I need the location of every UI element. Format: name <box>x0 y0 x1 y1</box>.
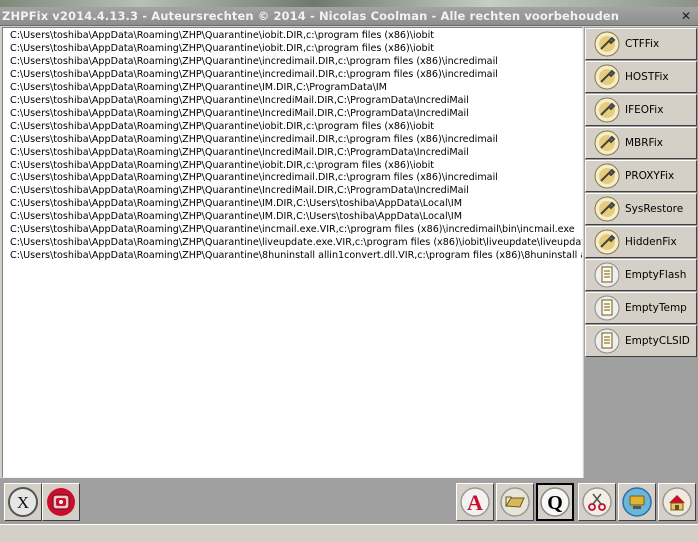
wrench-icon <box>594 31 620 57</box>
quarantine-log-panel[interactable]: C:\Users\toshiba\AppData\Roaming\ZHP\Qua… <box>2 27 583 478</box>
window-title: ZHPFix v2014.4.13.3 - Auteursrechten © 2… <box>2 9 620 23</box>
quarantine-button[interactable] <box>42 483 80 521</box>
log-line[interactable]: C:\Users\toshiba\AppData\Roaming\ZHP\Qua… <box>10 121 582 134</box>
log-line[interactable]: C:\Users\toshiba\AppData\Roaming\ZHP\Qua… <box>10 82 582 95</box>
window-close-button[interactable]: ✕ <box>678 9 694 24</box>
sidebar-button-emptyflash[interactable]: EmptyFlash <box>585 259 697 291</box>
x-circle-icon: X <box>8 487 38 517</box>
log-line[interactable]: C:\Users\toshiba\AppData\Roaming\ZHP\Qua… <box>10 237 582 250</box>
sidebar-button-emptytemp[interactable]: EmptyTemp <box>585 292 697 324</box>
about-a-icon: A <box>460 487 490 517</box>
network-icon <box>622 487 652 517</box>
log-line[interactable]: C:\Users\toshiba\AppData\Roaming\ZHP\Qua… <box>10 95 582 108</box>
log-line[interactable]: C:\Users\toshiba\AppData\Roaming\ZHP\Qua… <box>10 185 582 198</box>
svg-text:X: X <box>17 493 29 512</box>
fix-tools-sidebar: CTFFix HOSTFix IFEOFix MBRFix PROXYFix SysRes… <box>584 27 698 478</box>
log-list: C:\Users\toshiba\AppData\Roaming\ZHP\Qua… <box>3 28 582 263</box>
log-line[interactable]: C:\Users\toshiba\AppData\Roaming\ZHP\Qua… <box>10 134 582 147</box>
wrench-icon <box>594 196 620 222</box>
log-line[interactable]: C:\Users\toshiba\AppData\Roaming\ZHP\Qua… <box>10 147 582 160</box>
log-line[interactable]: C:\Users\toshiba\AppData\Roaming\ZHP\Qua… <box>10 56 582 69</box>
title-bar[interactable]: ZHPFix v2014.4.13.3 - Auteursrechten © 2… <box>0 7 698 26</box>
sidebar-button-label: EmptyTemp <box>625 302 687 314</box>
quit-button[interactable]: Q <box>536 483 574 521</box>
status-bar <box>0 524 698 542</box>
log-line[interactable]: C:\Users\toshiba\AppData\Roaming\ZHP\Qua… <box>10 224 582 237</box>
document-icon <box>594 295 620 321</box>
document-icon <box>594 262 620 288</box>
log-line[interactable]: C:\Users\toshiba\AppData\Roaming\ZHP\Qua… <box>10 160 582 173</box>
sidebar-button-ctffix[interactable]: CTFFix <box>585 28 697 60</box>
wrench-icon <box>594 130 620 156</box>
log-line[interactable]: C:\Users\toshiba\AppData\Roaming\ZHP\Qua… <box>10 69 582 82</box>
sidebar-button-proxyfix[interactable]: PROXYFix <box>585 160 697 192</box>
sidebar-button-label: SysRestore <box>625 203 684 215</box>
quarantine-icon <box>47 488 75 516</box>
sidebar-button-label: MBRFix <box>625 137 663 149</box>
home-button[interactable] <box>658 483 696 521</box>
log-line[interactable]: C:\Users\toshiba\AppData\Roaming\ZHP\Qua… <box>10 108 582 121</box>
sidebar-button-mbrfix[interactable]: MBRFix <box>585 127 697 159</box>
document-icon <box>594 328 620 354</box>
wrench-icon <box>594 163 620 189</box>
svg-text:A: A <box>467 490 483 515</box>
sidebar-button-hostfix[interactable]: HOSTFix <box>585 61 697 93</box>
top-decor-strip <box>0 0 698 7</box>
wrench-icon <box>594 64 620 90</box>
folder-open-icon <box>500 487 530 517</box>
sidebar-button-label: PROXYFix <box>625 170 675 182</box>
wrench-icon <box>594 229 620 255</box>
sidebar-button-label: HOSTFix <box>625 71 669 83</box>
quit-q-icon: Q <box>540 487 570 517</box>
sidebar-button-label: CTFFix <box>625 38 660 50</box>
scissors-icon <box>582 487 612 517</box>
sidebar-button-sysrestore[interactable]: SysRestore <box>585 193 697 225</box>
sidebar-button-hiddenfix[interactable]: HiddenFix <box>585 226 697 258</box>
log-line[interactable]: C:\Users\toshiba\AppData\Roaming\ZHP\Qua… <box>10 211 582 224</box>
log-line[interactable]: C:\Users\toshiba\AppData\Roaming\ZHP\Qua… <box>10 250 582 263</box>
sidebar-button-label: HiddenFix <box>625 236 677 248</box>
log-line[interactable]: C:\Users\toshiba\AppData\Roaming\ZHP\Qua… <box>10 43 582 56</box>
network-button[interactable] <box>618 483 656 521</box>
sidebar-button-label: EmptyCLSID <box>625 335 690 347</box>
house-icon <box>662 487 692 517</box>
log-line[interactable]: C:\Users\toshiba\AppData\Roaming\ZHP\Qua… <box>10 30 582 43</box>
sidebar-button-emptyclsid[interactable]: EmptyCLSID <box>585 325 697 357</box>
about-button[interactable]: A <box>456 483 494 521</box>
sidebar-button-ifeofix[interactable]: IFEOFix <box>585 94 697 126</box>
bottom-toolbar: X A Q <box>0 478 698 524</box>
open-log-button[interactable] <box>496 483 534 521</box>
close-x-button[interactable]: X <box>4 483 42 521</box>
sidebar-button-label: EmptyFlash <box>625 269 687 281</box>
log-line[interactable]: C:\Users\toshiba\AppData\Roaming\ZHP\Qua… <box>10 198 582 211</box>
scissors-button[interactable] <box>578 483 616 521</box>
log-line[interactable]: C:\Users\toshiba\AppData\Roaming\ZHP\Qua… <box>10 172 582 185</box>
wrench-icon <box>594 97 620 123</box>
svg-text:Q: Q <box>547 492 563 514</box>
sidebar-button-label: IFEOFix <box>625 104 664 116</box>
